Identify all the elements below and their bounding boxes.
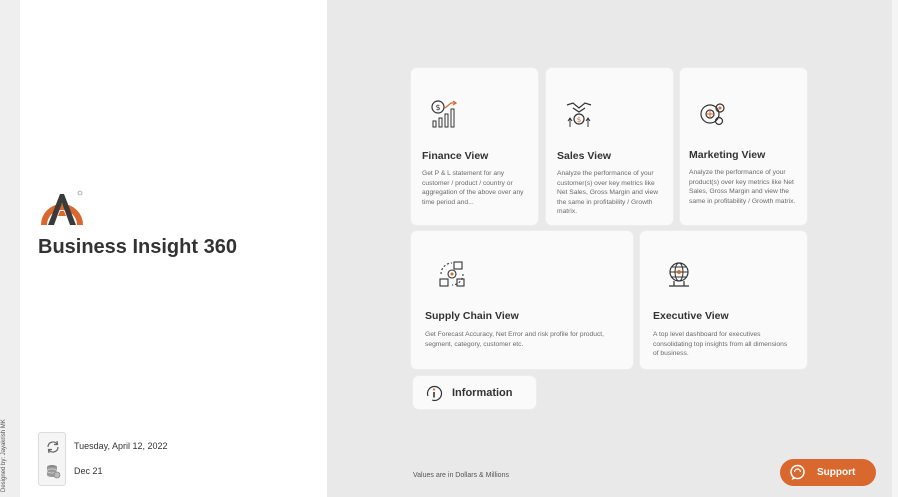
marketing-gears-icon — [700, 103, 725, 126]
data-period: Dec 21 — [74, 466, 103, 476]
handshake-icon: $ — [566, 102, 592, 127]
finance-view-title: Finance View — [422, 150, 489, 162]
app-title: Business Insight 360 — [38, 236, 237, 258]
supply-chain-view-card[interactable]: Supply Chain View Get Forecast Accuracy,… — [411, 231, 633, 369]
marketing-view-card[interactable]: Marketing View Analyze the performance o… — [680, 68, 807, 225]
finance-chart-icon: $ — [431, 100, 458, 128]
marketing-view-title: Marketing View — [689, 149, 766, 161]
executive-view-card[interactable]: Executive View A top level dashboard for… — [640, 231, 807, 369]
supply-chain-icon — [439, 261, 465, 287]
refresh-icon — [47, 440, 59, 454]
supply-chain-view-title: Supply Chain View — [425, 310, 519, 322]
executive-view-title: Executive View — [653, 310, 729, 322]
sales-view-title: Sales View — [557, 150, 612, 162]
finance-view-description: Get P & L statement for any customer / p… — [422, 170, 524, 206]
support-button[interactable]: Support — [780, 459, 876, 486]
svg-text:$: $ — [577, 116, 581, 124]
executive-view-description: A top level dashboard for executives con… — [653, 331, 788, 358]
sales-view-description: Analyze the performance of your customer… — [557, 170, 659, 216]
left-panel: Business Insight 360 Tuesday, April 12, … — [20, 0, 327, 497]
information-label: Information — [452, 387, 513, 399]
last-refresh-date: Tuesday, April 12, 2022 — [74, 441, 168, 451]
units-footnote: Values are in Dollars & Millions — [413, 472, 509, 479]
support-label: Support — [817, 467, 856, 478]
main-area: $ Finance View Get P & L statement for a… — [327, 0, 892, 497]
finance-view-card[interactable]: $ Finance View Get P & L statement for a… — [411, 68, 538, 225]
designer-credit: Designed by: Jayakrish MK — [1, 419, 7, 492]
support-chat-icon — [790, 464, 805, 480]
database-icon — [46, 465, 61, 479]
sales-view-card[interactable]: $ Sales View Analyze the performance of … — [546, 68, 673, 225]
executive-globe-icon — [669, 262, 689, 287]
information-button[interactable]: Information — [413, 376, 536, 409]
info-icon — [426, 385, 443, 402]
brand-logo — [41, 190, 83, 226]
right-edge — [892, 0, 898, 497]
credit-strip: Designed by: Jayakrish MK — [0, 0, 20, 497]
meta-icon-panel — [38, 432, 66, 486]
marketing-view-description: Analyze the performance of your product(… — [689, 169, 796, 205]
svg-text:$: $ — [435, 103, 440, 112]
supply-chain-view-description: Get Forecast Accuracy, Net Error and ris… — [425, 331, 605, 348]
